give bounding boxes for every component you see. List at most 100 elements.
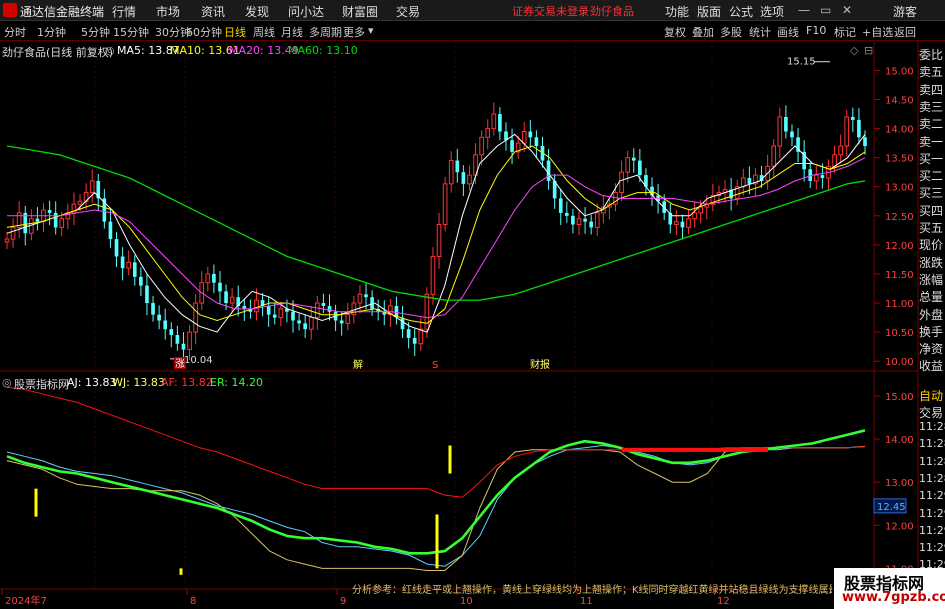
candle-body-up [442, 183, 448, 226]
tab-1min[interactable]: 1分钟 [37, 24, 66, 40]
candle-body-down [784, 116, 788, 132]
tab-multi-period[interactable]: 多周期 [309, 24, 342, 40]
tab-15min[interactable]: 15分钟 [113, 24, 149, 40]
guest-user[interactable]: 游客 [893, 3, 917, 20]
candle-body-down [571, 215, 575, 225]
menu-caifuquan[interactable]: 财富圈 [342, 3, 378, 20]
menu-hangqing[interactable]: 行情 [112, 3, 136, 20]
legend-settings-icon[interactable]: ◎ [105, 44, 115, 57]
candle-body-up [832, 154, 837, 167]
tab-more[interactable]: 更多 [343, 24, 365, 40]
legend-wj: WJ: 13.83 [112, 376, 165, 389]
btn-f10[interactable]: F10 [806, 24, 826, 37]
watermark: 股票指标网 www.7gpzb.com [834, 568, 945, 609]
candle-body-down [108, 221, 113, 240]
candle-body-up [813, 174, 819, 182]
price-tick-label: 13.00 [885, 183, 914, 194]
sub-tick-label: 13.00 [885, 478, 914, 489]
sub-settings-icon[interactable]: ◎ [2, 376, 12, 389]
btn-diejia[interactable]: 叠加 [692, 24, 714, 40]
btn-back[interactable]: 返回 [894, 24, 916, 40]
more-dropdown-icon[interactable]: ▾ [368, 24, 374, 37]
menu-zixun[interactable]: 资讯 [201, 3, 225, 20]
candle-body-down [747, 178, 752, 184]
candle-body-up [308, 317, 314, 330]
candle-body-up [491, 113, 497, 130]
btn-tongji[interactable]: 统计 [749, 24, 771, 40]
side-panel-item: 11:28 [919, 420, 945, 433]
candle-body-down [145, 285, 149, 304]
menu-xuanxiang[interactable]: 选项 [760, 3, 784, 20]
btn-huaxian[interactable]: 画线 [777, 24, 799, 40]
candle-body-up [59, 218, 65, 228]
menu-banmian[interactable]: 版面 [697, 3, 721, 20]
candle-body-up [205, 273, 211, 284]
candle-body-up [686, 218, 691, 228]
btn-duogu[interactable]: 多股 [720, 24, 742, 40]
jie-marker: 解 [353, 358, 363, 371]
menu-shichang[interactable]: 市场 [156, 3, 180, 20]
collapse-icon[interactable]: ⊟ [864, 44, 873, 57]
price-tick-label: 10.00 [885, 357, 914, 368]
sub-tick-label: 15.00 [885, 392, 914, 403]
candle-body-up [77, 200, 83, 205]
btn-add-watchlist[interactable]: +自选 [862, 24, 893, 40]
tab-fenshi[interactable]: 分时 [4, 24, 26, 40]
tab-weekly[interactable]: 周线 [253, 24, 275, 40]
menu-gongneng[interactable]: 功能 [665, 3, 689, 20]
price-tick-label: 14.00 [885, 125, 914, 136]
btn-biaoji[interactable]: 标记 [834, 24, 856, 40]
menu-wenxiaoda[interactable]: 问小达 [288, 3, 324, 20]
candle-body-up [625, 157, 631, 173]
candle-body-up [844, 116, 850, 147]
candle-body-up [187, 331, 192, 351]
candle-body-down [163, 320, 168, 330]
side-panel-item: 11:29 [919, 506, 945, 520]
price-tick-label: 13.50 [885, 154, 914, 165]
btn-fuquan[interactable]: 复权 [664, 24, 686, 40]
menu-faxian[interactable]: 发现 [245, 3, 269, 20]
menu-gongshi[interactable]: 公式 [729, 3, 753, 20]
candle-body-down [297, 320, 301, 324]
close-icon[interactable]: ✕ [842, 3, 852, 17]
diamond-icon[interactable]: ◇ [850, 44, 858, 57]
current-stock-name: 劲仔食品 [590, 5, 634, 18]
candle-body-down [534, 137, 539, 147]
candle-body-up [692, 212, 697, 220]
price-tick-label: 10.50 [885, 328, 914, 339]
candle-body-up [278, 308, 284, 319]
date-label: 12 [717, 596, 730, 607]
candle-body-up [777, 116, 783, 147]
menu-jiaoyi[interactable]: 交易 [396, 3, 420, 20]
watermark-url: www.7gpzb.com [842, 590, 945, 605]
legend-er: ER: 14.20 [210, 376, 263, 389]
candle-body-down [863, 137, 867, 147]
side-panel-item: 买三 [919, 186, 944, 201]
candle-body-down [857, 119, 861, 138]
side-panel-item: 自动 [919, 389, 944, 403]
candle-body-down [339, 320, 344, 324]
tab-5min[interactable]: 5分钟 [81, 24, 110, 40]
app-name: 通达信金融终端 [20, 5, 105, 19]
candle-body-up [576, 218, 582, 226]
minimize-icon[interactable]: — [798, 3, 810, 17]
candle-body-down [400, 317, 405, 330]
candle-body-up [315, 302, 320, 319]
candle-body-up [698, 206, 704, 214]
tab-monthly[interactable]: 月线 [281, 24, 303, 40]
side-panel-item: 11:28 [919, 437, 945, 451]
candle-body-down [510, 140, 514, 152]
candle-body-up [126, 261, 132, 269]
candle-body-down [406, 329, 411, 338]
candle-body-down [120, 256, 125, 269]
tab-60min[interactable]: 60分钟 [186, 24, 222, 40]
tab-daily[interactable]: 日线 [224, 24, 246, 40]
candle-body-up [674, 221, 679, 226]
restore-icon[interactable]: ▭ [820, 3, 831, 17]
login-warning[interactable]: 证券交易未登录 [512, 3, 589, 19]
candle-body-up [345, 314, 351, 324]
candle-body-up [4, 238, 10, 243]
candle-body-down [224, 291, 228, 304]
kline-chart[interactable]: 15.15 10.04涨 解 S 财报 15.00 14.50 14.00 13.50 13.0… [0, 41, 945, 609]
candle-body-up [424, 293, 430, 330]
